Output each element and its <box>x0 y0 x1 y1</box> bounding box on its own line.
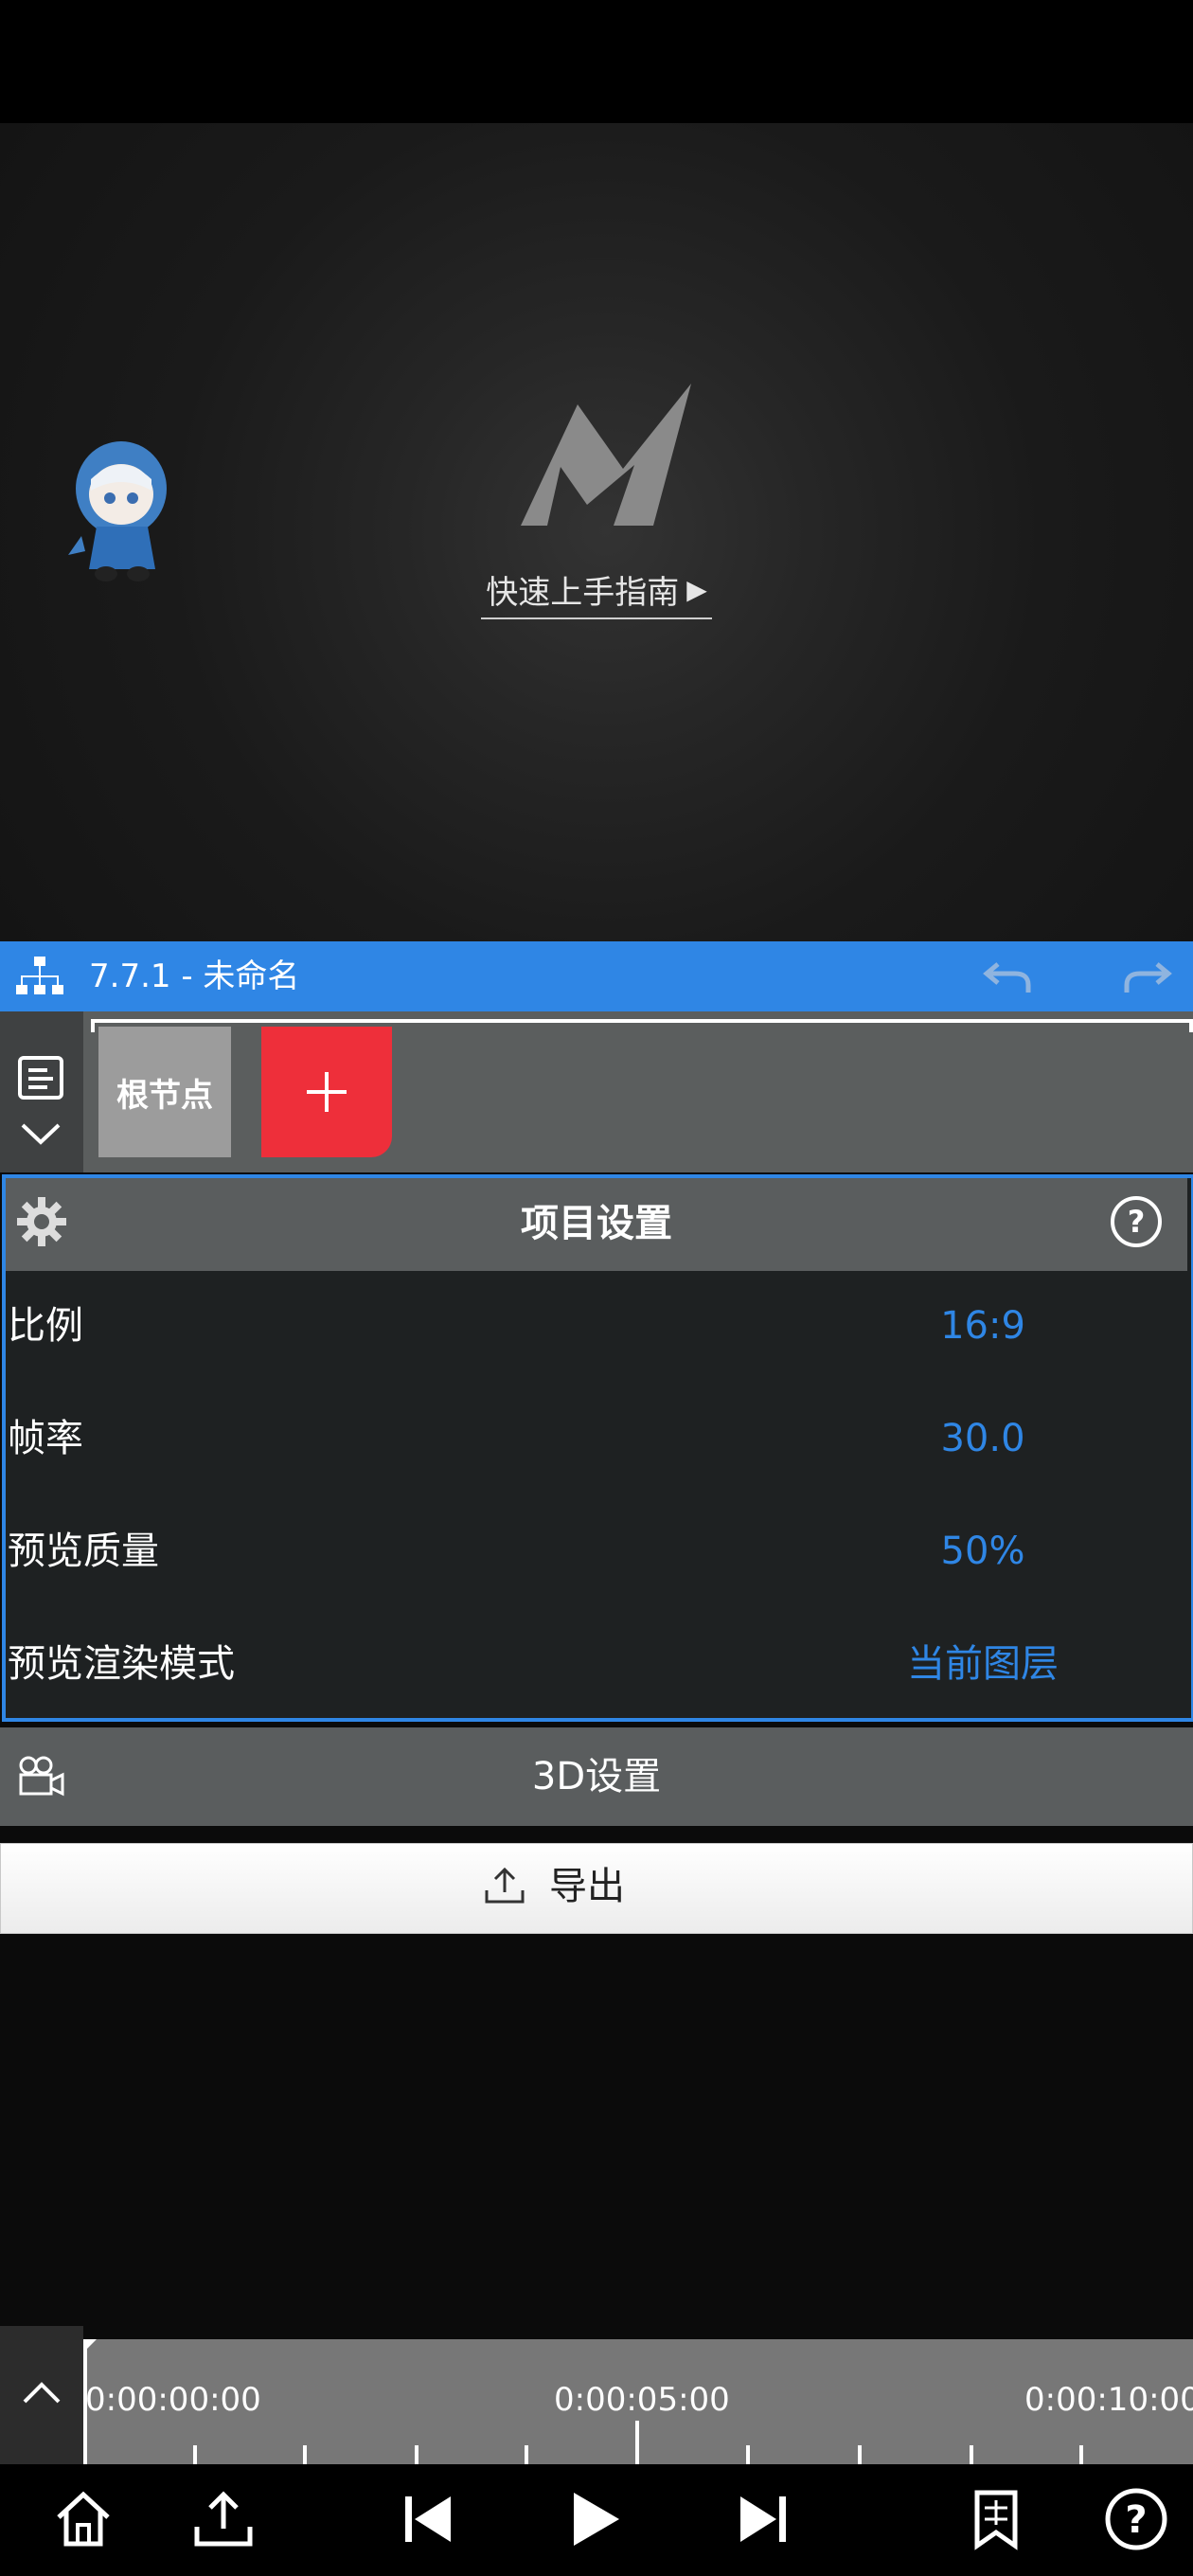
help-icon[interactable]: ? <box>1110 1195 1163 1248</box>
export-label: 导出 <box>549 1865 625 1908</box>
svg-text:?: ? <box>1128 1204 1146 1240</box>
timeline-tick <box>303 2445 307 2464</box>
timeline-tick <box>1079 2445 1083 2464</box>
status-bar-area <box>0 0 1193 123</box>
preview-quality-value[interactable]: 50% <box>841 1523 1125 1580</box>
preview-render-mode-label: 预览渲染模式 <box>8 1642 235 1686</box>
quick-start-guide-label: 快速上手指南 <box>486 573 680 612</box>
3d-settings-label: 3D设置 <box>531 1755 662 1798</box>
play-triangle-icon: ▶ <box>686 573 707 605</box>
timeline-label-mid: 0:00:05:00 <box>554 2381 730 2419</box>
timeline-tick <box>970 2445 973 2464</box>
hierarchy-icon[interactable] <box>15 955 64 998</box>
skip-back-icon[interactable] <box>396 2487 460 2551</box>
bookmark-icon[interactable] <box>964 2487 1028 2551</box>
quick-start-guide-link[interactable]: 快速上手指南 ▶ <box>481 561 712 619</box>
timeline-tick <box>746 2445 750 2464</box>
chevron-up-icon[interactable] <box>21 2379 62 2407</box>
preview-quality-label: 预览质量 <box>8 1530 159 1573</box>
timeline-tick <box>635 2421 639 2464</box>
layer-list-icon[interactable] <box>17 1055 64 1100</box>
gear-icon <box>17 1197 66 1246</box>
root-node-tile[interactable]: 根节点 <box>98 1027 231 1157</box>
timeline-tick <box>83 2339 87 2464</box>
plus-icon <box>307 1072 347 1112</box>
frame-rate-value[interactable]: 30.0 <box>841 1410 1125 1467</box>
skip-forward-icon[interactable] <box>731 2487 795 2551</box>
home-icon[interactable] <box>51 2487 116 2551</box>
project-title: 7.7.1 - 未命名 <box>89 957 300 995</box>
frame-rate-label: 帧率 <box>8 1417 83 1460</box>
svg-text:?: ? <box>1125 2498 1147 2542</box>
app-logo-icon <box>521 384 691 526</box>
upload-icon <box>485 1867 525 1904</box>
timeline-tick <box>525 2445 528 2464</box>
undo-icon[interactable] <box>983 955 1032 998</box>
chevron-down-icon[interactable] <box>19 1119 62 1148</box>
project-settings-title: 项目设置 <box>521 1202 672 1245</box>
play-icon[interactable] <box>562 2487 627 2551</box>
aspect-ratio-value[interactable]: 16:9 <box>841 1297 1125 1354</box>
help-icon[interactable]: ? <box>1104 2487 1168 2551</box>
preview-render-mode-value[interactable]: 当前图层 <box>841 1636 1125 1692</box>
aspect-ratio-label: 比例 <box>8 1304 83 1348</box>
timeline-label-start: 0:00:00:00 <box>85 2381 261 2419</box>
add-layer-button[interactable] <box>261 1027 392 1157</box>
share-icon[interactable] <box>191 2487 256 2551</box>
mascot-character-icon[interactable] <box>62 432 186 583</box>
timeline-tick <box>858 2445 862 2464</box>
timeline-tick <box>415 2445 418 2464</box>
layer-track-bracket <box>91 1019 1193 1032</box>
redo-icon[interactable] <box>1123 955 1172 998</box>
camera-icon <box>19 1756 64 1797</box>
timeline-label-end: 0:00:10:00 <box>1024 2381 1193 2419</box>
timeline-tick <box>193 2445 197 2464</box>
